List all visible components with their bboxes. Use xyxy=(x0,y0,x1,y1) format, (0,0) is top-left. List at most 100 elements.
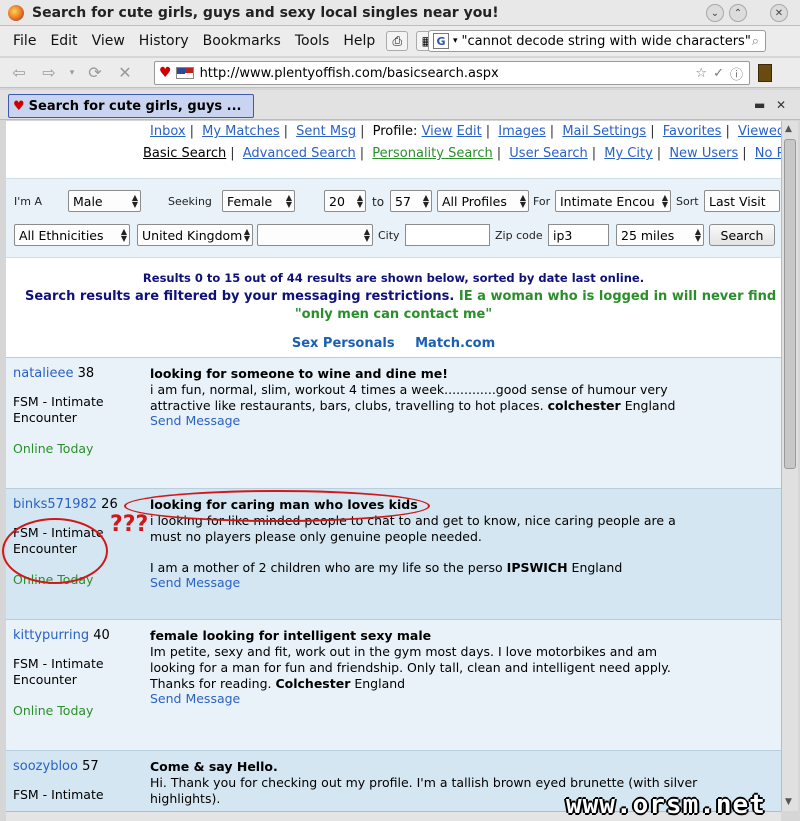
no-photo-link[interactable]: No P xyxy=(755,146,781,161)
filter-note-line: Search results are filtered by your mess… xyxy=(25,289,781,304)
reload-icon[interactable]: ⟳ xyxy=(82,62,108,84)
user-age: 26 xyxy=(101,497,118,512)
window-titlebar: Search for cute girls, guys and sexy loc… xyxy=(0,0,800,26)
print-icon[interactable]: ⎙ xyxy=(386,31,409,51)
country-select[interactable]: United Kingdom ▲ ▼ xyxy=(137,224,253,246)
my-city-link[interactable]: My City xyxy=(604,146,653,161)
engine-dropdown-icon[interactable]: ▾ xyxy=(453,36,458,46)
annotation-circle-intent xyxy=(2,518,108,584)
panel-close-icon[interactable]: ✕ xyxy=(776,98,786,112)
user-age: 40 xyxy=(93,628,110,643)
result-title[interactable]: looking for someone to wine and dine me! xyxy=(150,366,448,381)
menu-history[interactable]: History xyxy=(139,33,189,49)
spinner-icon: ▲ ▼ xyxy=(243,227,250,243)
viewed-link[interactable]: Viewed xyxy=(738,124,781,139)
web-search-value: "cannot decode string with wide characte… xyxy=(461,33,751,49)
scroll-up-icon[interactable]: ▲ xyxy=(785,124,792,134)
country-flag-icon xyxy=(175,67,194,79)
member-nav: Inbox | My Matches | Sent Msg | Profile: Vi… xyxy=(150,124,781,139)
stop-icon[interactable]: ✕ xyxy=(112,62,138,84)
annotation-circle-title xyxy=(124,490,430,522)
to-label: to xyxy=(372,195,385,209)
close-icon[interactable]: ✕ xyxy=(770,4,788,22)
send-message-link[interactable]: Send Message xyxy=(150,413,240,428)
profiles-select[interactable]: All Profiles ▲ ▼ xyxy=(437,190,529,212)
menu-tools[interactable]: Tools xyxy=(295,33,330,49)
google-icon[interactable]: G xyxy=(433,33,449,49)
panel-minimize-icon[interactable]: ▬ xyxy=(754,98,765,112)
send-message-link[interactable]: Send Message xyxy=(150,575,240,590)
username-link[interactable]: binks571982 xyxy=(13,497,97,512)
only-men-note: "only men can contact me" xyxy=(294,307,493,322)
back-icon[interactable]: ⇦ xyxy=(6,62,32,84)
site-favicon: ♥ xyxy=(13,98,25,114)
inbox-link[interactable]: Inbox xyxy=(150,124,186,139)
sex-personals-link[interactable]: Sex Personals xyxy=(292,336,395,351)
search-form: I'm A Male ▲ ▼ Seeking Female ▲ ▼ 20 ▲ ▼ to 57… xyxy=(6,178,781,258)
match-link[interactable]: Match.com xyxy=(415,336,495,351)
vertical-scrollbar[interactable]: ▲ ▼ xyxy=(781,121,798,811)
result-user: binks571982 26 xyxy=(13,497,118,512)
profile-view-link[interactable]: View xyxy=(422,124,453,139)
maximize-icon[interactable]: ⌃ xyxy=(729,4,747,22)
minimize-icon[interactable]: ⌄ xyxy=(706,4,724,22)
favorites-link[interactable]: Favorites xyxy=(663,124,722,139)
menu-file[interactable]: File xyxy=(13,33,36,49)
username-link[interactable]: natalieee xyxy=(13,366,74,381)
basic-search-link[interactable]: Basic Search xyxy=(143,146,226,161)
send-message: Send Message xyxy=(150,575,240,590)
result-title[interactable]: female looking for intelligent sexy male xyxy=(150,628,431,643)
spinner-icon: ▲ ▼ xyxy=(519,193,526,209)
user-age: 57 xyxy=(82,759,99,774)
zip-input[interactable]: ip3 xyxy=(548,224,609,246)
bookmark-star-icon[interactable]: ☆ xyxy=(695,66,707,81)
gender-select[interactable]: Male ▲ ▼ xyxy=(68,190,141,212)
extension-icon[interactable] xyxy=(758,64,772,82)
age-from-select[interactable]: 20 ▲ ▼ xyxy=(324,190,366,212)
distance-select[interactable]: 25 miles ▲ ▼ xyxy=(616,224,704,246)
profile-edit-link[interactable]: Edit xyxy=(457,124,482,139)
scroll-down-icon[interactable]: ▼ xyxy=(785,797,792,807)
menu-help[interactable]: Help xyxy=(343,33,375,49)
results-count: Results 0 to 15 out of 44 results are sh… xyxy=(142,271,645,285)
new-users-link[interactable]: New Users xyxy=(669,146,738,161)
username-link[interactable]: kittypurring xyxy=(13,628,89,643)
watermark: www.orsm.net xyxy=(566,790,766,820)
seeking-select[interactable]: Female ▲ ▼ xyxy=(222,190,295,212)
for-label: For xyxy=(533,195,551,208)
mail-settings-link[interactable]: Mail Settings xyxy=(562,124,646,139)
sort-select[interactable]: Last Visit xyxy=(704,190,780,212)
menu-bookmarks[interactable]: Bookmarks xyxy=(203,33,281,49)
sidebar-tab-label: Search for cute girls, guys ... xyxy=(28,98,242,114)
advanced-search-link[interactable]: Advanced Search xyxy=(243,146,356,161)
online-status: Online Today xyxy=(13,703,94,718)
history-dropdown-icon[interactable]: ▾ xyxy=(66,62,78,84)
images-link[interactable]: Images xyxy=(498,124,546,139)
city-input[interactable] xyxy=(405,224,490,246)
region-select[interactable]: ▲ ▼ xyxy=(257,224,373,246)
user-search-link[interactable]: User Search xyxy=(509,146,587,161)
personality-search-link[interactable]: Personality Search xyxy=(372,146,492,161)
search-button[interactable]: Search xyxy=(709,224,775,246)
forward-icon[interactable]: ⇨ xyxy=(36,62,62,84)
sent-msg-link[interactable]: Sent Msg xyxy=(296,124,356,139)
username-link[interactable]: soozybloo xyxy=(13,759,78,774)
web-search-field[interactable]: G ▾ "cannot decode string with wide char… xyxy=(428,30,766,52)
result-title[interactable]: Come & say Hello. xyxy=(150,759,278,774)
im-a-label: I'm A xyxy=(14,195,43,208)
result-user: natalieee 38 xyxy=(13,366,94,381)
my-matches-link[interactable]: My Matches xyxy=(202,124,279,139)
ethnicity-select[interactable]: All Ethnicities ▲ ▼ xyxy=(14,224,130,246)
menu-view[interactable]: View xyxy=(92,33,125,49)
age-to-select[interactable]: 57 ▲ ▼ xyxy=(390,190,432,212)
search-icon[interactable]: ⌕ xyxy=(752,34,759,49)
send-message-link[interactable]: Send Message xyxy=(150,691,240,706)
info-icon[interactable]: ⓘ xyxy=(730,64,743,83)
sidebar-tab[interactable]: ♥ Search for cute girls, guys ... xyxy=(8,94,254,118)
scroll-thumb[interactable] xyxy=(784,139,796,469)
url-bar[interactable]: ♥ http://www.plentyoffish.com/basicsearc… xyxy=(154,61,750,85)
menu-edit[interactable]: Edit xyxy=(50,33,77,49)
result-user: soozybloo 57 xyxy=(13,759,99,774)
city-label: City xyxy=(378,229,400,242)
intent-select[interactable]: Intimate Encou ▲ ▼ xyxy=(555,190,671,212)
